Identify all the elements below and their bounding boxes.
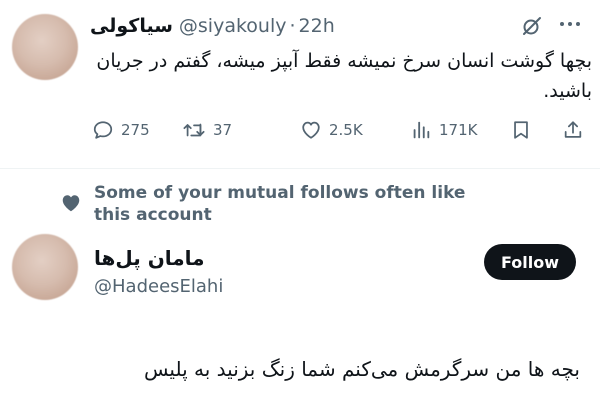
share-button[interactable]: [562, 115, 584, 145]
suggested-avatar[interactable]: [12, 234, 78, 300]
grok-icon[interactable]: [520, 14, 544, 38]
social-context-text: Some of your mutual follows often like t…: [94, 183, 466, 225]
retweet-button[interactable]: 37: [182, 115, 232, 145]
like-icon: [302, 121, 320, 139]
reply-count: 275: [121, 121, 150, 139]
bookmark-icon: [514, 121, 528, 139]
bottom-caption: بچه ها من سرگرمش می‌کنم شما زنگ بزنید به…: [143, 357, 580, 381]
views-count: 171K: [439, 121, 478, 139]
tweet-text: بچها گوشت انسان سرخ نمیشه فقط آبپز میشه،…: [96, 50, 592, 102]
reply-icon: [93, 121, 113, 139]
like-button[interactable]: 2.5K: [300, 115, 363, 145]
retweet-icon: [183, 123, 205, 137]
separator-dot: ·: [289, 15, 296, 37]
handle[interactable]: @siyakouly: [179, 15, 287, 37]
divider: [0, 168, 600, 169]
heart-icon: [62, 195, 80, 212]
like-count: 2.5K: [329, 121, 363, 139]
views-icon: [413, 121, 430, 139]
suggested-handle[interactable]: @HadeesElahi: [94, 276, 223, 297]
tweet-header: سیاکولی @siyakouly · 22h: [90, 12, 335, 40]
reply-button[interactable]: 275: [92, 115, 150, 145]
share-icon: [564, 121, 582, 138]
avatar[interactable]: [12, 14, 78, 80]
tweet-actions: 275 37 2.5K 171K: [92, 115, 592, 145]
suggested-name[interactable]: مامان پل‌ها: [94, 246, 205, 270]
tweet: سیاکولی @siyakouly · 22h بچها گوشت انسان…: [0, 0, 600, 160]
bookmark-button[interactable]: [510, 115, 532, 145]
follow-button[interactable]: Follow: [484, 244, 576, 280]
timestamp[interactable]: 22h: [299, 15, 335, 37]
more-icon[interactable]: [555, 12, 585, 36]
social-context: Some of your mutual follows often like t…: [60, 182, 480, 226]
views-button[interactable]: 171K: [410, 115, 477, 145]
display-name[interactable]: سیاکولی: [90, 15, 173, 37]
retweet-count: 37: [213, 121, 233, 139]
